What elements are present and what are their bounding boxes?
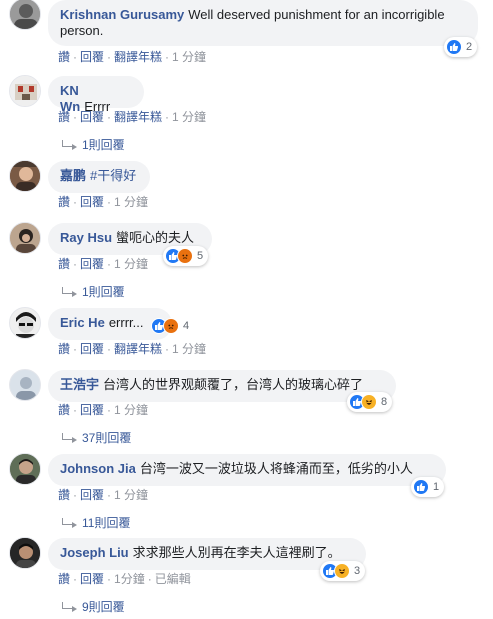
haha-reaction-icon <box>361 394 377 410</box>
comment-text: 台湾人的世界观颠覆了，台湾人的玻璃心碎了 <box>103 377 364 392</box>
timestamp[interactable]: 1 分鐘 <box>172 342 206 356</box>
replies-count-label[interactable]: 37則回覆 <box>82 431 131 445</box>
reply-link[interactable]: 回覆 <box>80 572 104 586</box>
reply-link[interactable]: 回覆 <box>80 50 104 64</box>
timestamp[interactable]: 1 分鐘 <box>114 195 148 209</box>
timestamp[interactable]: 1 分鐘 <box>114 403 148 417</box>
comment-bubble: KN Wn Errrr <box>48 76 144 114</box>
view-replies-link[interactable]: 11則回覆 <box>62 515 130 531</box>
comment-author[interactable]: Krishnan Gurusamy <box>60 7 184 22</box>
comment-author[interactable]: Joseph Liu <box>60 545 129 560</box>
comment-bubble: Krishnan Gurusamy Well deserved punishmen… <box>48 0 478 46</box>
reaction-summary[interactable]: 5 <box>163 246 209 266</box>
reply-arrow-icon <box>62 602 77 612</box>
comment-author[interactable]: Eric He <box>60 315 105 330</box>
avatar[interactable] <box>9 307 41 339</box>
edited-label[interactable]: 已編輯 <box>155 572 191 586</box>
reply-link[interactable]: 回覆 <box>80 257 104 271</box>
reply-link[interactable]: 回覆 <box>80 342 104 356</box>
view-replies-link[interactable]: 37則回覆 <box>62 430 131 446</box>
view-replies-link[interactable]: 9則回覆 <box>62 599 125 615</box>
reaction-count: 5 <box>197 250 204 262</box>
comment-actions: 讚 · 回覆 · 翻譯年糕 · 1 分鐘 <box>58 110 207 124</box>
comment-actions: 讚 · 回覆 · 翻譯年糕 · 1 分鐘 <box>58 342 207 356</box>
like-link[interactable]: 讚 <box>58 110 70 124</box>
reply-arrow-icon <box>62 433 77 443</box>
comment-bubble: Joseph Liu 求求那些人別再在李夫人這裡刷了。 <box>48 538 366 570</box>
comment-text: errrr... <box>108 315 144 330</box>
comment-author[interactable]: 王浩宇 <box>60 377 99 392</box>
like-link[interactable]: 讚 <box>58 257 70 271</box>
reaction-summary[interactable]: 4 <box>149 316 194 336</box>
comment-text: 蠻呃心的夫人 <box>116 230 195 245</box>
comment-actions: 讚 · 回覆 · 1 分鐘 <box>58 488 149 502</box>
reaction-count: 4 <box>183 320 190 332</box>
translate-link[interactable]: 翻譯年糕 <box>114 110 162 124</box>
reply-link[interactable]: 回覆 <box>80 195 104 209</box>
reply-arrow-icon <box>62 518 77 528</box>
translate-link[interactable]: 翻譯年糕 <box>114 50 162 64</box>
hashtag-link[interactable]: #干得好 <box>90 168 136 183</box>
replies-count-label[interactable]: 1則回覆 <box>82 285 125 299</box>
reply-link[interactable]: 回覆 <box>80 488 104 502</box>
haha-reaction-icon <box>334 563 350 579</box>
reaction-count: 3 <box>354 565 361 577</box>
reaction-summary[interactable]: 8 <box>347 392 393 412</box>
avatar[interactable] <box>9 369 41 401</box>
timestamp[interactable]: 1分鐘 <box>114 572 145 586</box>
comment-bubble: Johnson Jia 台湾一波又一波垃圾人将蜂涌而至，低劣的小人 <box>48 454 446 486</box>
timestamp[interactable]: 1 分鐘 <box>114 257 148 271</box>
reply-arrow-icon <box>62 287 77 297</box>
like-link[interactable]: 讚 <box>58 50 70 64</box>
angry-reaction-icon <box>163 318 179 334</box>
reply-arrow-icon <box>62 140 77 150</box>
avatar[interactable] <box>9 75 41 107</box>
comment-bubble: 嘉鹏 #干得好 <box>48 161 150 193</box>
comment-text: 台湾一波又一波垃圾人将蜂涌而至，低劣的小人 <box>139 461 413 476</box>
like-link[interactable]: 讚 <box>58 342 70 356</box>
comment-author[interactable]: Ray Hsu <box>60 230 112 245</box>
like-reaction-icon <box>446 39 462 55</box>
reaction-count: 2 <box>466 41 473 53</box>
comment-actions: 讚 · 回覆 · 1 分鐘 <box>58 195 149 209</box>
comment-bubble: 王浩宇 台湾人的世界观颠覆了，台湾人的玻璃心碎了 <box>48 370 396 402</box>
like-link[interactable]: 讚 <box>58 403 70 417</box>
reaction-count: 8 <box>381 396 388 408</box>
reaction-summary[interactable]: 3 <box>320 561 366 581</box>
avatar[interactable] <box>9 537 41 569</box>
comment-author[interactable]: Johnson Jia <box>60 461 136 476</box>
like-link[interactable]: 讚 <box>58 195 70 209</box>
reaction-summary[interactable]: 2 <box>444 37 478 57</box>
avatar[interactable] <box>9 0 41 30</box>
translate-link[interactable]: 翻譯年糕 <box>114 342 162 356</box>
reaction-summary[interactable]: 1 <box>411 477 445 497</box>
timestamp[interactable]: 1 分鐘 <box>114 488 148 502</box>
view-replies-link[interactable]: 1則回覆 <box>62 284 125 300</box>
comment-actions: 讚 · 回覆 · 1 分鐘 <box>58 403 149 417</box>
reply-link[interactable]: 回覆 <box>80 403 104 417</box>
like-link[interactable]: 讚 <box>58 572 70 586</box>
reaction-count: 1 <box>433 481 440 493</box>
comment-actions: 讚 · 回覆 · 翻譯年糕 · 1 分鐘 <box>58 50 207 64</box>
comment-text: 求求那些人別再在李夫人這裡刷了。 <box>132 545 341 560</box>
comment-actions: 讚 · 回覆 · 1分鐘 · 已編輯 <box>58 572 191 586</box>
replies-count-label[interactable]: 1則回覆 <box>82 138 125 152</box>
avatar[interactable] <box>9 160 41 192</box>
angry-reaction-icon <box>177 248 193 264</box>
timestamp[interactable]: 1 分鐘 <box>172 50 206 64</box>
comment-actions: 讚 · 回覆 · 1 分鐘 <box>58 257 149 271</box>
reply-link[interactable]: 回覆 <box>80 110 104 124</box>
replies-count-label[interactable]: 9則回覆 <box>82 600 125 614</box>
avatar[interactable] <box>9 222 41 254</box>
avatar[interactable] <box>9 453 41 485</box>
view-replies-link[interactable]: 1則回覆 <box>62 137 125 153</box>
timestamp[interactable]: 1 分鐘 <box>172 110 206 124</box>
like-reaction-icon <box>413 479 429 495</box>
like-link[interactable]: 讚 <box>58 488 70 502</box>
replies-count-label[interactable]: 11則回覆 <box>82 516 130 530</box>
comment-author[interactable]: 嘉鹏 <box>60 168 86 183</box>
